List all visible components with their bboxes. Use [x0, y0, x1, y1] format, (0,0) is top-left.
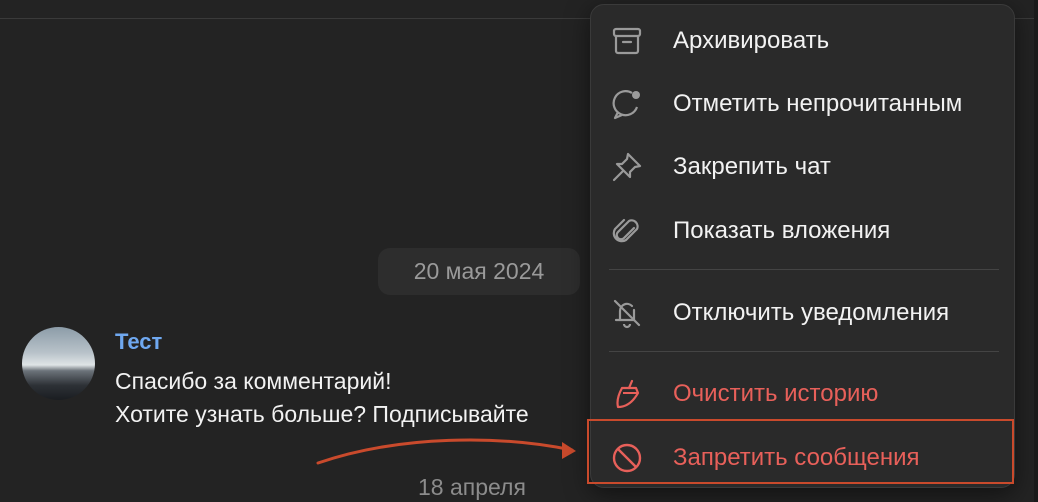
avatar[interactable] — [22, 327, 95, 400]
message-text-line: Спасибо за комментарий! — [115, 368, 392, 394]
broom-icon — [609, 376, 645, 412]
sender-name[interactable]: Тест — [115, 329, 162, 355]
mute-bell-icon — [609, 295, 645, 331]
chat-window: 20 мая 2024 Тест Спасибо за комментарий!… — [0, 0, 1038, 502]
menu-item-label: Показать вложения — [673, 217, 891, 244]
annotation-arrow-icon — [316, 438, 576, 465]
menu-item-label: Архивировать — [673, 27, 830, 54]
pin-icon — [609, 149, 645, 185]
menu-item-show-attachments[interactable]: Показать вложения — [591, 203, 1014, 259]
date-separator: 20 мая 2024 — [378, 248, 580, 295]
message-text-line: Хотите узнать больше? Подписывайте — [115, 401, 529, 427]
mark-unread-icon — [609, 86, 645, 122]
menu-item-mute[interactable]: Отключить уведомления — [591, 285, 1014, 341]
menu-item-label: Отметить непрочитанным — [673, 90, 963, 117]
date-separator-next: 18 апреля — [418, 474, 526, 500]
annotation-highlight — [587, 419, 1014, 484]
menu-item-label: Отключить уведомления — [673, 299, 950, 326]
menu-item-mark-unread[interactable]: Отметить непрочитанным — [591, 76, 1014, 132]
context-menu: Архивировать Отметить непрочитанным Закр… — [590, 4, 1015, 488]
menu-item-label: Очистить историю — [673, 380, 879, 407]
archive-icon — [609, 23, 645, 59]
menu-separator — [609, 269, 999, 270]
attachment-icon — [609, 213, 645, 249]
menu-separator — [609, 351, 999, 352]
menu-item-label: Закрепить чат — [673, 153, 831, 180]
menu-item-clear-history[interactable]: Очистить историю — [591, 366, 1014, 422]
scrollbar-track[interactable] — [1034, 0, 1038, 502]
menu-item-pin[interactable]: Закрепить чат — [591, 139, 1014, 195]
menu-item-archive[interactable]: Архивировать — [591, 13, 1014, 69]
